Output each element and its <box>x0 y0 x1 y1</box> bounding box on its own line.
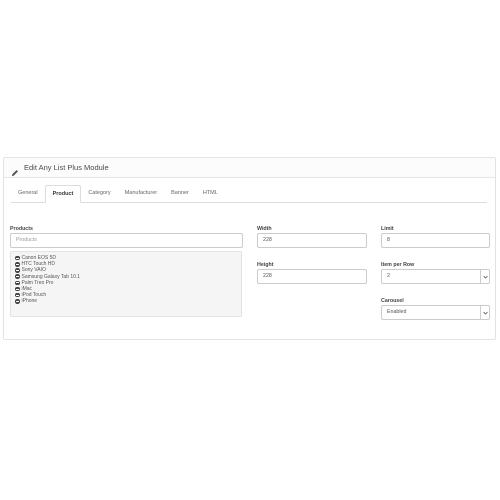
chevron-down-icon <box>480 306 489 319</box>
height-input[interactable]: 228 <box>257 269 367 284</box>
minus-circle-icon[interactable] <box>15 255 20 261</box>
products-list: Canon EOS 5D HTC Touch HD Sony VAIO Sams… <box>10 251 242 317</box>
minus-circle-icon[interactable] <box>15 262 20 267</box>
tab-bar: General Product Category Manufacturer Ba… <box>11 185 487 203</box>
width-label: Width <box>257 226 272 232</box>
products-label: Products <box>10 226 33 232</box>
tab-product[interactable]: Product <box>44 185 82 203</box>
carousel-label: Carousel <box>381 298 404 304</box>
minus-circle-icon[interactable] <box>15 292 20 298</box>
minus-circle-icon[interactable] <box>15 268 20 273</box>
limit-input[interactable]: 8 <box>381 233 490 248</box>
tab-general[interactable]: General <box>11 185 45 202</box>
panel-heading: Edit Any List Plus Module <box>4 158 495 178</box>
tab-category[interactable]: Category <box>81 185 117 202</box>
tab-html[interactable]: HTML <box>196 185 225 202</box>
minus-circle-icon[interactable] <box>15 280 20 286</box>
width-input[interactable]: 228 <box>257 233 367 248</box>
minus-circle-icon[interactable] <box>15 286 20 292</box>
per-row-value: 2 <box>387 273 390 279</box>
tab-banner[interactable]: Banner <box>164 185 196 202</box>
carousel-select[interactable]: Enabled <box>381 305 490 320</box>
minus-circle-icon[interactable] <box>15 299 20 304</box>
height-label: Height <box>257 262 274 268</box>
chevron-down-icon <box>480 270 489 283</box>
products-search-input[interactable]: Products <box>10 233 243 248</box>
panel-title: Edit Any List Plus Module <box>24 163 109 172</box>
minus-circle-icon[interactable] <box>15 274 20 279</box>
tab-manufacturer[interactable]: Manufacturer <box>118 185 164 202</box>
list-item: iPhone <box>15 298 241 304</box>
pencil-icon <box>11 164 19 176</box>
carousel-value: Enabled <box>387 309 407 315</box>
per-row-select[interactable]: 2 <box>381 269 490 284</box>
limit-label: Limit <box>381 226 394 232</box>
per-row-label: Item per Row <box>381 262 415 268</box>
